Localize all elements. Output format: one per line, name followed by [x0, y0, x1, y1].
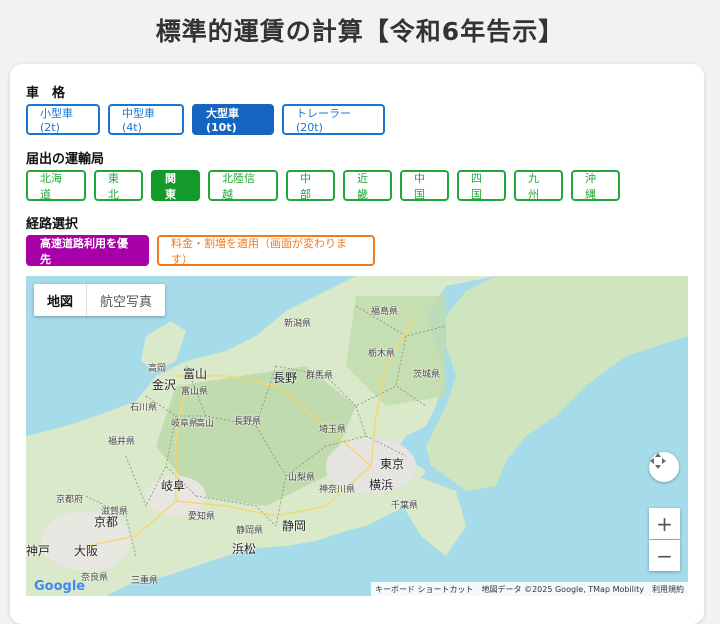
calculator-card: 車 格 小型車(2t) 中型車(4t) 大型車(10t) トレーラー(20t) …	[10, 64, 704, 624]
map-label-ibaraki: 茨城県	[413, 370, 441, 380]
bureau-kyushu-button[interactable]: 九州	[514, 170, 563, 201]
bureau-okinawa-button[interactable]: 沖縄	[571, 170, 620, 201]
vehicle-button-row: 小型車(2t) 中型車(4t) 大型車(10t) トレーラー(20t)	[26, 104, 385, 135]
map-label-fukui: 福井県	[108, 437, 136, 447]
map-city-takayama: 高山	[196, 419, 215, 429]
terms-link[interactable]: 利用規約	[652, 584, 684, 595]
map-city-takaoka: 高岡	[148, 364, 167, 374]
bureau-tohoku-button[interactable]: 東北	[94, 170, 143, 201]
route-button-row: 高速道路利用を優先 料金・割増を適用（画面が変わります）	[26, 235, 375, 266]
map-label-gunma: 群馬県	[306, 371, 334, 381]
map-label-kanagawa: 神奈川県	[319, 485, 356, 495]
map-label-chiba: 千葉県	[391, 501, 419, 511]
bureau-shikoku-button[interactable]: 四国	[457, 170, 506, 201]
map-label-ishikawa: 石川県	[130, 403, 158, 413]
bureau-chubu-button[interactable]: 中部	[286, 170, 335, 201]
map-type-satellite-button[interactable]: 航空写真	[87, 284, 165, 316]
vehicle-medium-button[interactable]: 中型車(4t)	[108, 104, 184, 135]
map-label-fukushima: 福島県	[371, 307, 399, 317]
map-label-yamanashi: 山梨県	[288, 473, 316, 483]
route-section-label: 経路選択	[26, 217, 79, 232]
surcharge-apply-button[interactable]: 料金・割増を適用（画面が変わります）	[157, 235, 375, 266]
map-city-kyoto: 京都	[94, 515, 119, 529]
map-city-kobe: 神戸	[26, 544, 51, 558]
vehicle-large-button[interactable]: 大型車(10t)	[192, 104, 274, 135]
bureau-chugoku-button[interactable]: 中国	[400, 170, 449, 201]
map-type-control: 地図 航空写真	[34, 284, 166, 316]
map-label-saitama: 埼玉県	[319, 425, 347, 435]
map-label-toyama-pref: 富山県	[181, 387, 209, 397]
map-city-toyama: 富山	[183, 367, 208, 381]
map-city-hamamatsu: 浜松	[232, 542, 257, 556]
map-label-gifu-pref: 岐阜県	[171, 419, 199, 429]
map-label-mie: 三重県	[131, 576, 159, 586]
map-label-niigata: 新潟県	[284, 319, 312, 329]
highway-priority-button[interactable]: 高速道路利用を優先	[26, 235, 149, 266]
bureau-button-row: 北海道 東北 関東 北陸信越 中部 近畿 中国 四国 九州 沖縄	[26, 170, 620, 201]
map-label-kyoto-pref: 京都府	[56, 495, 84, 505]
map-city-kanazawa: 金沢	[152, 378, 177, 392]
page-title: 標準的運賃の計算【令和6年告示】	[155, 17, 565, 46]
map-label-tochigi: 栃木県	[368, 349, 396, 359]
google-logo: Google	[34, 579, 86, 594]
pan-arrows-icon	[650, 453, 666, 469]
bureau-hokkaido-button[interactable]: 北海道	[26, 170, 86, 201]
map-city-osaka: 大阪	[74, 544, 99, 558]
bureau-kinki-button[interactable]: 近畿	[343, 170, 392, 201]
map-attribution: キーボード ショートカット 地図データ ©2025 Google, TMap M…	[370, 582, 688, 596]
map-data-credit: 地図データ ©2025 Google, TMap Mobility	[481, 584, 644, 594]
map-label-shizuoka-pref: 静岡県	[236, 526, 264, 536]
map-label-aichi: 愛知県	[188, 512, 216, 522]
zoom-out-button[interactable]: −	[649, 540, 680, 571]
vehicle-section-label: 車 格	[26, 86, 66, 101]
vehicle-small-button[interactable]: 小型車(2t)	[26, 104, 100, 135]
bureau-section-label: 届出の運輸局	[26, 152, 105, 167]
map-city-nagano: 長野	[273, 371, 298, 385]
map-city-yokohama: 横浜	[369, 478, 394, 492]
map-pan-control[interactable]	[649, 452, 679, 482]
zoom-in-button[interactable]: +	[649, 508, 680, 539]
bureau-hokuriku-shinetsu-button[interactable]: 北陸信越	[208, 170, 278, 201]
route-map[interactable]: 福島県 新潟県 栃木県 茨城県 群馬県 埼玉県 山梨県 神奈川県 千葉県 長野県…	[26, 276, 688, 596]
bureau-kanto-button[interactable]: 関東	[151, 170, 200, 201]
vehicle-trailer-button[interactable]: トレーラー(20t)	[282, 104, 385, 135]
map-type-map-button[interactable]: 地図	[34, 284, 88, 316]
map-city-tokyo: 東京	[380, 457, 405, 471]
map-city-shizuoka: 静岡	[282, 519, 307, 533]
map-label-nagano-pref: 長野県	[234, 417, 262, 427]
keyboard-shortcuts-link[interactable]: キーボード ショートカット	[375, 584, 474, 595]
map-city-gifu: 岐阜	[161, 479, 186, 493]
